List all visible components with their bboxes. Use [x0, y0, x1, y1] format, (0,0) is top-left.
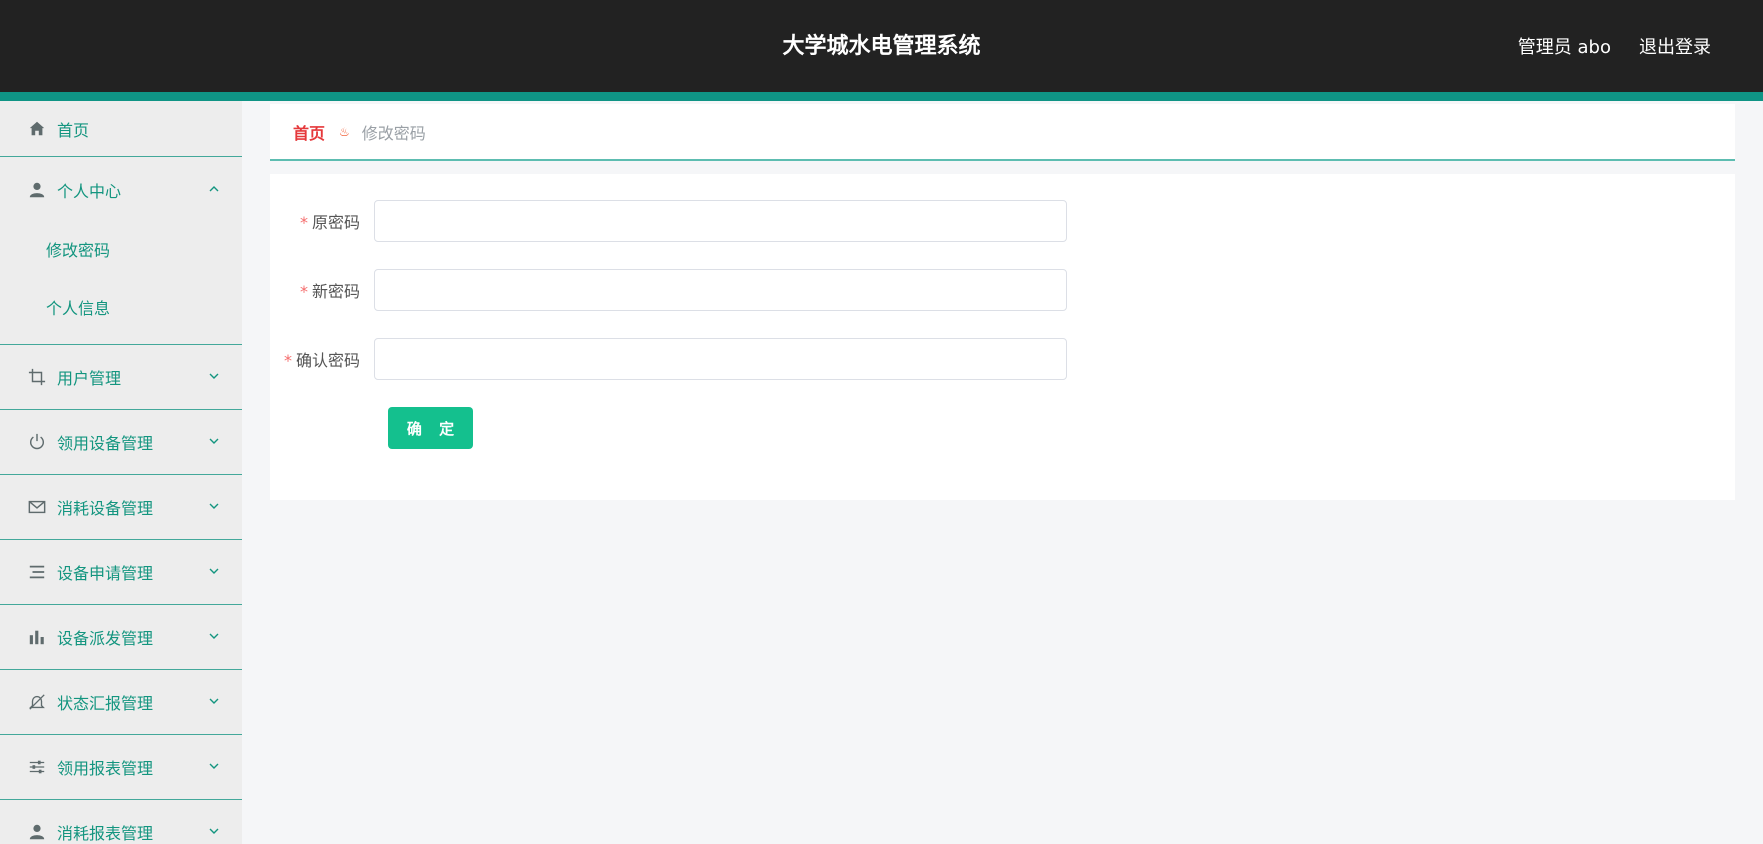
sidebar-item-label: 首页	[57, 120, 90, 140]
current-user-label: 管理员 abo	[1517, 37, 1611, 58]
header-accent-bar	[0, 92, 1763, 101]
list-icon	[27, 562, 47, 582]
mail-icon	[27, 497, 47, 517]
required-marker: *	[283, 351, 292, 370]
breadcrumb-current: 修改密码	[361, 123, 426, 143]
chevron-down-icon	[209, 503, 219, 509]
user-area: 管理员 abo 退出登录	[1518, 0, 1711, 92]
old-password-input[interactable]	[374, 200, 1067, 242]
sidebar-item-label: 设备派发管理	[57, 629, 154, 648]
breadcrumb: 首页 ♨ 修改密码	[270, 104, 1735, 161]
field-label: * 确认密码	[283, 351, 360, 370]
sidebar-item-status-report[interactable]: 状态汇报管理	[0, 670, 242, 735]
sidebar-item-borrow-equipment[interactable]: 领用设备管理	[0, 410, 242, 475]
sidebar-item-consumable-equipment[interactable]: 消耗设备管理	[0, 475, 242, 540]
bell-off-icon	[27, 692, 47, 712]
form-row-old-password: * 原密码	[270, 200, 1067, 242]
sidebar-subitem-change-password[interactable]: 修改密码	[0, 222, 242, 280]
form-row-confirm-password: * 确认密码	[270, 338, 1067, 380]
chevron-down-icon	[209, 568, 219, 574]
sidebar-item-equipment-application[interactable]: 设备申请管理	[0, 540, 242, 605]
new-password-input[interactable]	[374, 269, 1067, 311]
required-marker: *	[299, 213, 308, 232]
sidebar-item-consumption-report[interactable]: 消耗报表管理	[0, 800, 242, 844]
sliders-icon	[27, 757, 47, 777]
sidebar-item-personal-center[interactable]: 个人中心	[0, 157, 242, 222]
sidebar-item-user-management[interactable]: 用户管理	[0, 345, 242, 410]
user-icon	[27, 822, 47, 842]
chevron-down-icon	[209, 633, 219, 639]
confirm-button[interactable]: 确 定	[388, 407, 473, 449]
required-marker: *	[299, 282, 308, 301]
chevron-down-icon	[209, 698, 219, 704]
logout-link[interactable]: 退出登录	[1639, 33, 1711, 59]
sidebar-item-label: 个人中心	[57, 181, 122, 201]
confirm-password-input[interactable]	[374, 338, 1067, 380]
sidebar-item-label: 用户管理	[57, 369, 122, 388]
breadcrumb-separator-icon: ♨	[339, 124, 350, 139]
power-icon	[27, 432, 47, 452]
bar-chart-icon	[27, 627, 47, 647]
change-password-form: * 原密码 * 新密码 * 确认密码 确 定	[270, 174, 1735, 500]
sidebar-item-label: 消耗报表管理	[57, 824, 154, 843]
user-icon	[27, 180, 47, 200]
submenu-personal-center: 修改密码 个人信息	[0, 222, 242, 345]
chevron-down-icon	[209, 763, 219, 769]
sidebar-item-label: 设备申请管理	[57, 564, 154, 583]
field-label: * 原密码	[299, 213, 360, 232]
sidebar-item-equipment-dispatch[interactable]: 设备派发管理	[0, 605, 242, 670]
sidebar-item-label: 状态汇报管理	[57, 694, 154, 713]
field-label: * 新密码	[299, 282, 360, 301]
form-row-new-password: * 新密码	[270, 269, 1067, 311]
sidebar-item-label: 消耗设备管理	[57, 499, 154, 518]
crop-icon	[27, 367, 47, 387]
chevron-down-icon	[209, 373, 219, 379]
home-icon	[27, 119, 47, 139]
sidebar-item-label: 领用设备管理	[57, 434, 154, 453]
chevron-down-icon	[209, 828, 219, 834]
breadcrumb-home-link[interactable]: 首页	[293, 120, 325, 144]
sidebar-subitem-personal-info[interactable]: 个人信息	[0, 280, 242, 338]
app-title: 大学城水电管理系统	[782, 34, 981, 59]
chevron-down-icon	[209, 438, 219, 444]
sidebar-item-home[interactable]: 首页	[0, 101, 242, 157]
sidebar-item-label: 领用报表管理	[57, 759, 154, 778]
sidebar-item-borrow-report[interactable]: 领用报表管理	[0, 735, 242, 800]
chevron-up-icon	[209, 185, 219, 191]
sidebar: 首页 个人中心 修改密码 个人信息 用户管理 领用设备管理 消耗设备管理 设备申…	[0, 101, 242, 844]
